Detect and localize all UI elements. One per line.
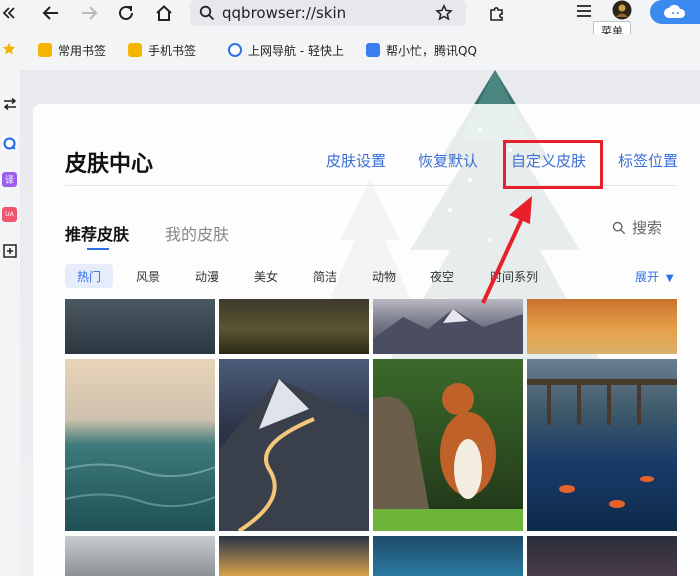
category-animals[interactable]: 动物 bbox=[366, 264, 402, 288]
expand-categories-button[interactable]: 展开 ▼ bbox=[635, 268, 674, 285]
extensions-icon[interactable] bbox=[484, 0, 510, 26]
helper-icon bbox=[366, 43, 380, 57]
category-night-sky[interactable]: 夜空 bbox=[424, 264, 460, 288]
page-title: 皮肤中心 bbox=[65, 152, 154, 177]
collapse-sidebar-icon[interactable] bbox=[0, 2, 18, 24]
skin-thumbnail[interactable] bbox=[373, 359, 523, 531]
tab-position-link[interactable]: 标签位置 bbox=[618, 150, 678, 171]
cloud-sync-icon[interactable] bbox=[650, 0, 700, 24]
caret-down-icon: ▼ bbox=[665, 273, 674, 284]
skin-thumbnail[interactable] bbox=[219, 536, 369, 576]
skin-thumbnail[interactable] bbox=[65, 359, 215, 531]
category-time-series[interactable]: 时间系列 bbox=[484, 264, 544, 288]
translate-icon[interactable]: 译 bbox=[2, 172, 17, 187]
add-icon[interactable] bbox=[1, 242, 18, 259]
qq-browser-icon bbox=[228, 43, 242, 57]
forward-icon[interactable] bbox=[76, 0, 102, 26]
favorite-star-icon[interactable] bbox=[434, 3, 454, 23]
category-beauty[interactable]: 美女 bbox=[248, 264, 284, 288]
url-text: qqbrowser://skin bbox=[222, 4, 347, 22]
skin-search[interactable]: 搜索 bbox=[612, 217, 662, 238]
qq-icon[interactable] bbox=[2, 136, 17, 151]
bookmark-item[interactable]: 上网导航 - 轻快上 bbox=[228, 41, 344, 59]
skin-thumbnail[interactable] bbox=[373, 536, 523, 576]
back-icon[interactable] bbox=[38, 0, 64, 26]
category-hot[interactable]: 热门 bbox=[65, 264, 113, 288]
skin-thumbnail[interactable] bbox=[527, 359, 677, 531]
swap-icon[interactable] bbox=[1, 96, 18, 112]
bookmark-item[interactable]: 常用书签 bbox=[38, 41, 106, 59]
category-simple[interactable]: 简洁 bbox=[307, 264, 343, 288]
highlight-box bbox=[503, 140, 603, 189]
skin-thumbnail[interactable] bbox=[219, 299, 369, 354]
active-tab-indicator bbox=[87, 248, 109, 250]
avatar[interactable] bbox=[611, 0, 633, 20]
star-icon[interactable] bbox=[0, 40, 18, 58]
side-toolbar: 译 UA bbox=[0, 70, 20, 576]
bookmark-item[interactable]: 手机书签 bbox=[128, 41, 196, 59]
bookmark-folder-icon bbox=[128, 43, 142, 57]
skin-thumbnail[interactable] bbox=[527, 299, 677, 354]
category-scenery[interactable]: 风景 bbox=[130, 264, 166, 288]
refresh-icon[interactable] bbox=[113, 0, 139, 26]
address-bar[interactable]: qqbrowser://skin bbox=[190, 0, 466, 26]
menu-icon[interactable] bbox=[572, 0, 596, 22]
tab-recommended-skins[interactable]: 推荐皮肤 bbox=[65, 221, 129, 245]
shop-icon[interactable]: UA bbox=[2, 207, 17, 222]
skin-thumbnail[interactable] bbox=[527, 536, 677, 576]
home-icon[interactable] bbox=[151, 0, 177, 26]
restore-default-link[interactable]: 恢复默认 bbox=[418, 150, 478, 171]
bookmark-item[interactable]: 帮小忙，腾讯QQ bbox=[366, 41, 492, 59]
bookmark-folder-icon bbox=[38, 43, 52, 57]
skin-thumbnail[interactable] bbox=[219, 359, 369, 531]
skin-thumbnail[interactable] bbox=[373, 299, 523, 354]
skin-settings-link[interactable]: 皮肤设置 bbox=[326, 150, 386, 171]
category-anime[interactable]: 动漫 bbox=[189, 264, 225, 288]
search-icon bbox=[198, 4, 216, 22]
skin-thumbnail[interactable] bbox=[65, 299, 215, 354]
skin-thumbnail[interactable] bbox=[65, 536, 215, 576]
search-icon bbox=[612, 221, 626, 235]
tab-my-skins[interactable]: 我的皮肤 bbox=[165, 221, 229, 245]
